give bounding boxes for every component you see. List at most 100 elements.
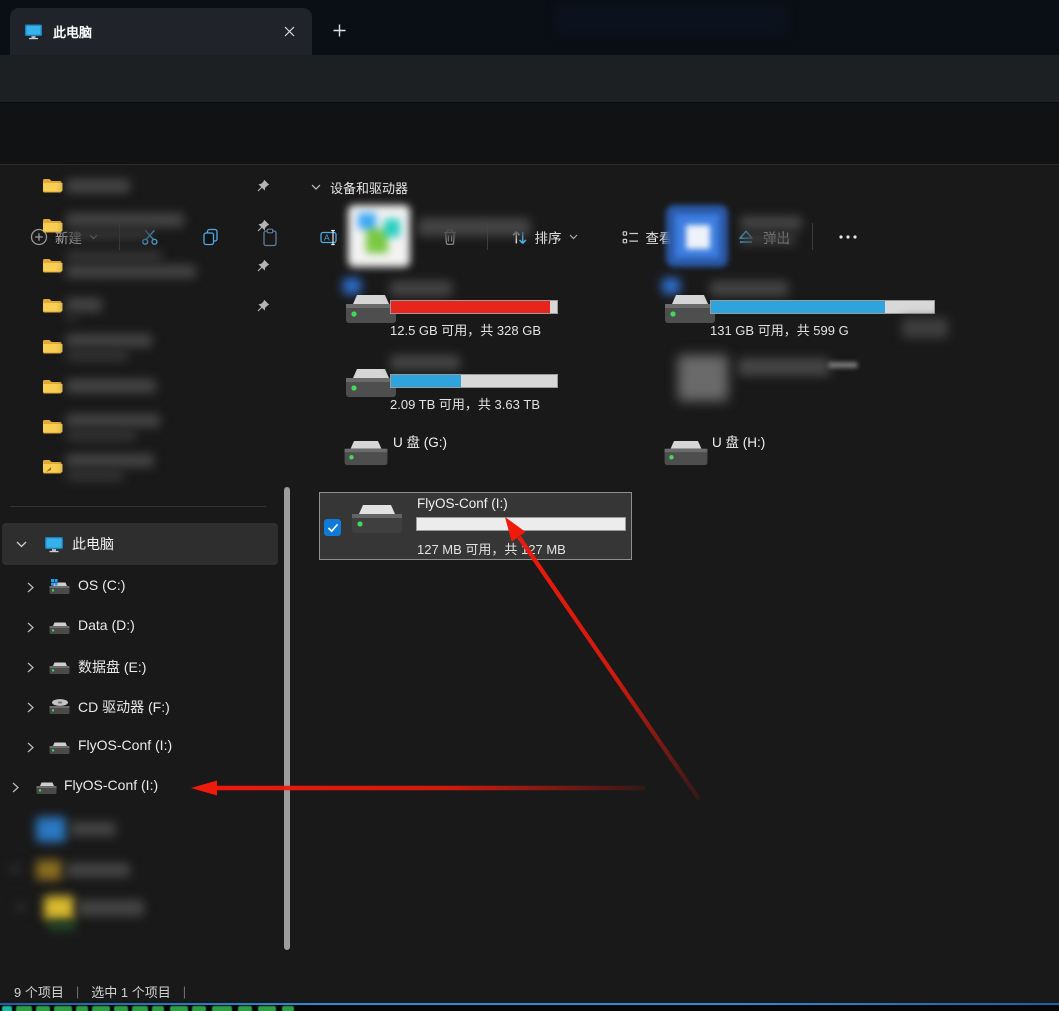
- sidebar-label-flyos-conf: FlyOS-Conf (I:): [78, 737, 172, 753]
- pin-icon: [256, 299, 270, 313]
- capacity-caption: 12.5 GB 可用，共 328 GB: [390, 320, 541, 339]
- chevron-right-icon[interactable]: [27, 662, 34, 673]
- sidebar-item-flyos-conf[interactable]: FlyOS-Conf (I:): [0, 727, 278, 767]
- capacity-bar: [416, 517, 626, 531]
- drive-tile-redacted-pc[interactable]: [319, 203, 632, 271]
- chevron-right-icon[interactable]: [12, 782, 19, 793]
- sidebar-label-flyos-conf-2: FlyOS-Conf (I:): [64, 777, 158, 793]
- capacity-caption: 131 GB 可用，共 599 G: [710, 320, 849, 339]
- pin-icon: [256, 219, 270, 233]
- sidebar-folder-item[interactable]: [0, 286, 278, 326]
- drive-icon: [48, 661, 71, 675]
- tab-title: 此电脑: [53, 22, 92, 41]
- sidebar-item-flyos-conf-2[interactable]: FlyOS-Conf (I:): [0, 767, 278, 807]
- redacted-subtext: [66, 251, 162, 261]
- folder-icon: [42, 217, 63, 234]
- drive-icon: [48, 621, 71, 635]
- chevron-down-icon: [311, 184, 321, 191]
- new-tab-button[interactable]: [324, 15, 354, 45]
- redacted-folder-name: [66, 379, 156, 393]
- capacity-bar: [710, 300, 935, 314]
- redacted-folder-name: [66, 213, 184, 227]
- background-window-ghost: [556, 4, 786, 34]
- redacted-label: [78, 900, 144, 916]
- redacted-drive-icon: [678, 355, 728, 401]
- drive-tile-large[interactable]: 2.09 TB 可用，共 3.63 TB: [319, 351, 632, 419]
- pin-icon: [256, 179, 270, 193]
- sidebar-item-this-pc[interactable]: 此电脑: [2, 523, 278, 565]
- drive-tile-usb-h[interactable]: U 盘 (H:): [638, 425, 951, 493]
- explorer-tab[interactable]: 此电脑: [10, 8, 312, 55]
- sidebar-folder-item[interactable]: [0, 206, 278, 246]
- status-separator: |: [183, 984, 186, 999]
- chevron-right-icon[interactable]: [27, 742, 34, 753]
- chevron-down-icon[interactable]: [16, 541, 27, 548]
- drive-icon: [348, 500, 406, 538]
- redacted-subtext: [66, 229, 152, 240]
- redacted-caption-tail: [902, 318, 948, 338]
- sidebar-label-this-pc: 此电脑: [72, 534, 114, 554]
- navigation-bar: 此电脑: [0, 55, 1059, 103]
- drive-name: U 盘 (H:): [712, 431, 765, 451]
- cd-drive-icon: [48, 698, 71, 716]
- status-selected-count: 选中 1 个项目: [91, 982, 170, 1001]
- drive-tile-redacted-windows[interactable]: [638, 203, 951, 271]
- chevron-right-icon[interactable]: [27, 702, 34, 713]
- sidebar-scrollbar[interactable]: [284, 487, 290, 950]
- section-title: 设备和驱动器: [330, 178, 408, 197]
- redacted-chevron: [10, 864, 20, 874]
- redacted-folder-name: [66, 265, 196, 278]
- sidebar-item-redacted-folder[interactable]: [0, 856, 278, 888]
- drive-tile-system[interactable]: 12.5 GB 可用，共 328 GB: [319, 277, 632, 345]
- sidebar-item-data-d[interactable]: Data (D:): [0, 607, 278, 647]
- sidebar-folder-item[interactable]: [0, 246, 278, 286]
- redacted-chevron: [16, 902, 26, 912]
- selection-checkbox[interactable]: [324, 519, 341, 536]
- system-drive-icon: [48, 579, 71, 596]
- tab-close-icon[interactable]: [276, 19, 302, 45]
- drive-name: FlyOS-Conf (I:): [417, 496, 508, 511]
- redacted-subtext: [66, 314, 78, 322]
- section-devices-and-drives[interactable]: 设备和驱动器: [311, 178, 408, 197]
- sidebar-folder-item[interactable]: [0, 367, 278, 407]
- sidebar-folder-item[interactable]: [0, 407, 278, 447]
- chevron-right-icon[interactable]: [27, 582, 34, 593]
- usb-drive-icon: [342, 436, 390, 470]
- drive-tile-redacted[interactable]: [638, 351, 951, 419]
- redacted-name: [710, 281, 788, 296]
- sidebar-item-redacted-folder[interactable]: [0, 892, 278, 932]
- sidebar-item-data-e[interactable]: 数据盘 (E:): [0, 647, 278, 687]
- redacted-name: [740, 233, 796, 245]
- sidebar-folder-item[interactable]: [0, 447, 278, 487]
- folder-shortcut-icon: [42, 458, 63, 475]
- redacted-folder-icon: [44, 896, 74, 920]
- redacted-pc-icon: [348, 205, 410, 267]
- sidebar-item-os-c[interactable]: OS (C:): [0, 567, 278, 607]
- sidebar-label-cd-f: CD 驱动器 (F:): [78, 697, 170, 717]
- sidebar-label-os-c: OS (C:): [78, 577, 125, 593]
- chevron-right-icon[interactable]: [27, 622, 34, 633]
- sidebar-separator: [10, 506, 266, 507]
- redacted-folder-name: [66, 179, 130, 193]
- redacted-green-badge: [48, 922, 76, 930]
- drive-tile-usb-g[interactable]: U 盘 (G:): [319, 425, 632, 493]
- command-toolbar: 新建 A 排序 查看 弹出: [0, 103, 1059, 165]
- sidebar-item-redacted-network[interactable]: [0, 814, 278, 848]
- sidebar-folder-item[interactable]: [0, 166, 278, 206]
- capacity-caption: 127 MB 可用，共 127 MB: [417, 539, 566, 558]
- capacity-bar: [390, 374, 558, 388]
- titlebar: 此电脑: [0, 0, 1059, 55]
- drive-tile-data[interactable]: 131 GB 可用，共 599 G: [638, 277, 951, 345]
- redacted-subtext: [66, 430, 136, 441]
- sidebar-folder-item[interactable]: [0, 327, 278, 367]
- redacted-folder-name: [66, 298, 102, 312]
- sidebar-item-cd-f[interactable]: CD 驱动器 (F:): [0, 687, 278, 727]
- background-terminal-strip: [0, 1005, 1059, 1011]
- folder-icon: [42, 297, 63, 314]
- status-separator: |: [76, 984, 79, 999]
- redacted-network-icon: [36, 817, 66, 842]
- status-bar: 9 个项目 | 选中 1 个项目 |: [0, 978, 1059, 1004]
- capacity-caption: 2.09 TB 可用，共 3.63 TB: [390, 394, 540, 413]
- folder-icon: [42, 378, 63, 395]
- drive-icon: [35, 781, 58, 795]
